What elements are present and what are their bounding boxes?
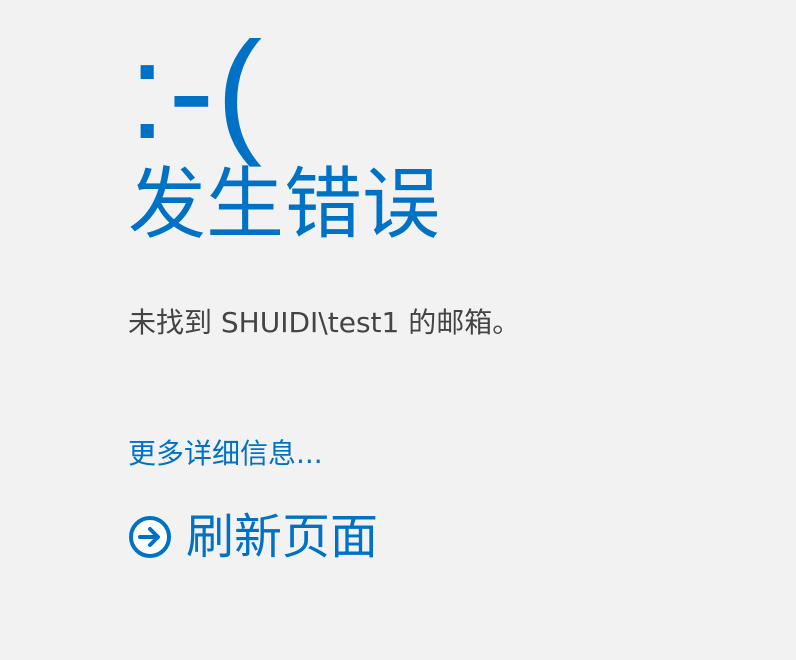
refresh-page-label: 刷新页面 (186, 509, 379, 565)
more-details-link[interactable]: 更多详细信息... (128, 436, 323, 472)
sad-face-emoticon: :-( (128, 14, 265, 168)
error-title: 发生错误 (128, 160, 441, 250)
refresh-page-link[interactable]: 刷新页面 (128, 508, 378, 566)
arrow-right-circle-icon (128, 515, 172, 559)
error-message: 未找到 SHUIDI\test1 的邮箱。 (128, 306, 521, 339)
error-page: :-( 发生错误 未找到 SHUIDI\test1 的邮箱。 更多详细信息...… (0, 0, 796, 660)
